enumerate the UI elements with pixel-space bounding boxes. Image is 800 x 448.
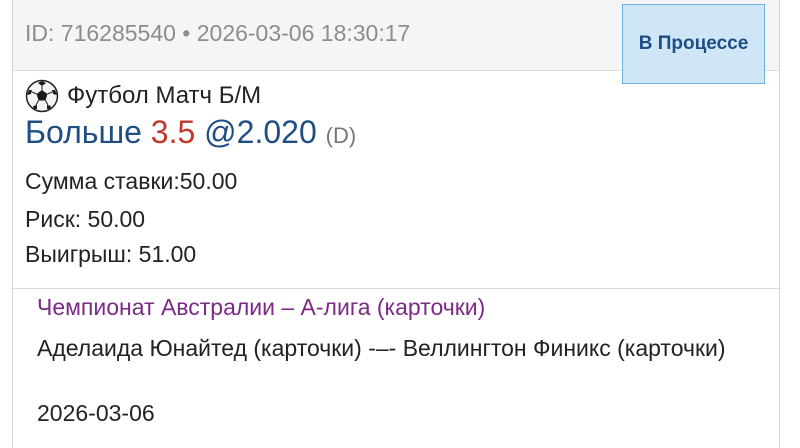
event-teams: Аделаида Юнайтед (карточки) -–- Веллингт… xyxy=(37,335,726,361)
selection-name: Больше xyxy=(25,114,151,150)
bet-id-timestamp: ID: 716285540 • 2026-03-06 18:30:17 xyxy=(25,20,411,46)
bet-card[interactable]: ID: 716285540 • 2026-03-06 18:30:17 В Пр… xyxy=(12,0,780,448)
selection-odds: @2.020 xyxy=(195,114,317,150)
risk-amount: Риск: 50.00 xyxy=(25,206,146,232)
win-amount: Выигрыш: 51.00 xyxy=(25,241,197,267)
stake-amount: Сумма ставки:50.00 xyxy=(25,168,238,194)
market-name: Футбол Матч Б/М xyxy=(67,82,262,109)
selection-line: 3.5 xyxy=(150,114,196,150)
soccer-ball-icon xyxy=(25,79,59,113)
odds-format-tag: (D) xyxy=(325,123,357,148)
market-row: Футбол Матч Б/М xyxy=(25,78,261,114)
selection: Больше 3.5 @2.020 (D) xyxy=(25,114,356,151)
bet-details: Футбол Матч Б/М Больше 3.5 @2.020 (D) Су… xyxy=(13,70,779,289)
event-date: 2026-03-06 xyxy=(37,400,155,426)
league-name: Чемпионат Австралии – А-лига (карточки) xyxy=(37,294,486,320)
